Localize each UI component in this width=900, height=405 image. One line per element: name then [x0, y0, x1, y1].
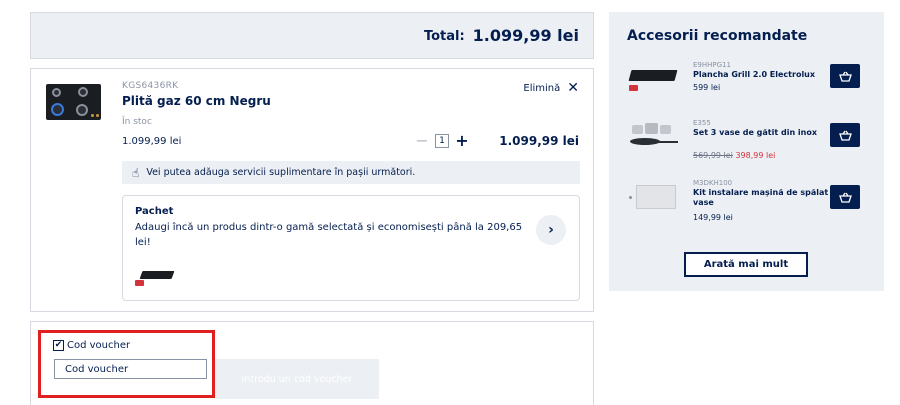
accessory-image[interactable] — [626, 61, 681, 97]
hand-pointer-icon: ☝ — [132, 165, 140, 180]
quantity-stepper: − 1 + — [415, 133, 469, 149]
product-image[interactable] — [46, 84, 101, 120]
cart-icon — [838, 71, 852, 82]
accessory-old-price: 569,99 lei — [693, 151, 733, 160]
accessory-price: 599 lei — [693, 83, 721, 92]
bundle-description: Adaugi încă un produs dintr-o gamă selec… — [135, 222, 523, 248]
product-name-link[interactable]: Plită gaz 60 cm Negru — [122, 94, 271, 108]
quantity-increase-button[interactable]: + — [455, 133, 469, 149]
accessory-sku: M3DKH100 — [693, 179, 733, 187]
accessory-sku: E355 — [693, 119, 711, 127]
promo-tag-icon — [135, 280, 144, 286]
total-value: 1.099,99 lei — [472, 26, 579, 45]
accessory-name-link[interactable]: Kit instalare mașină de spălat vase — [693, 188, 829, 208]
sidebar-title: Accesorii recomandate — [627, 28, 808, 44]
voucher-checkbox[interactable]: ✔ — [53, 340, 64, 351]
bundle-offer-card[interactable]: Pachet Adaugi încă un produs dintr-o gam… — [122, 195, 580, 301]
chevron-right-icon[interactable]: › — [536, 215, 566, 245]
accessory-item: E355 Set 3 vase de gătit din inox 569,99… — [626, 119, 871, 169]
add-to-cart-button[interactable] — [830, 185, 860, 209]
cart-total-bar: Total: 1.099,99 lei — [30, 12, 594, 59]
unit-price: 1.099,99 lei — [122, 136, 182, 147]
quantity-decrease-button[interactable]: − — [415, 133, 429, 149]
apply-voucher-button[interactable]: Introdu un cod voucher — [215, 359, 379, 399]
add-to-cart-button[interactable] — [830, 64, 860, 88]
voucher-code-input[interactable] — [54, 359, 207, 379]
accessory-price: 149,99 lei — [693, 213, 733, 222]
cart-icon — [838, 192, 852, 203]
bundle-title: Pachet — [135, 206, 174, 217]
cart-product-card: KGS6436RK Plită gaz 60 cm Negru Elimină … — [30, 68, 594, 312]
remove-label: Elimină — [523, 82, 561, 94]
accessory-price: 569,99 lei 398,99 lei — [693, 151, 775, 160]
close-icon: ✕ — [567, 80, 579, 96]
total-label: Total: — [423, 29, 465, 44]
recommended-accessories-panel: Accesorii recomandate E9HHPG11 Plancha G… — [609, 12, 884, 291]
accessory-sku: E9HHPG11 — [693, 61, 731, 69]
accessory-image[interactable] — [626, 119, 681, 155]
voucher-checkbox-label[interactable]: Cod voucher — [67, 340, 130, 351]
cart-icon — [838, 130, 852, 141]
accessory-image[interactable] — [626, 179, 681, 215]
accessory-item: M3DKH100 Kit instalare mașină de spălat … — [626, 179, 871, 229]
line-total: 1.099,99 lei — [499, 134, 579, 148]
accessory-item: E9HHPG11 Plancha Grill 2.0 Electrolux 59… — [626, 61, 871, 111]
bundle-product-thumbnail — [135, 268, 175, 288]
voucher-checkbox-row[interactable]: ✔ Cod voucher — [53, 340, 130, 351]
stock-status: În stoc — [122, 117, 152, 127]
page-heading-fragment — [384, 0, 398, 2]
accessory-sale-price: 398,99 lei — [735, 151, 776, 160]
product-sku: KGS6436RK — [122, 81, 179, 91]
remove-button[interactable]: Elimină ✕ — [523, 81, 579, 95]
services-info-text: Vei putea adăuga servicii suplimentare î… — [146, 167, 416, 178]
add-to-cart-button[interactable] — [830, 123, 860, 147]
accessory-name-link[interactable]: Plancha Grill 2.0 Electrolux — [693, 70, 829, 80]
show-more-button[interactable]: Arată mai mult — [684, 252, 808, 277]
voucher-section: ✔ Cod voucher Introdu un cod voucher — [30, 321, 594, 405]
quantity-field[interactable]: 1 — [435, 134, 449, 148]
services-info-banner: ☝ Vei putea adăuga servicii suplimentare… — [122, 161, 580, 184]
accessory-name-link[interactable]: Set 3 vase de gătit din inox — [693, 128, 829, 138]
